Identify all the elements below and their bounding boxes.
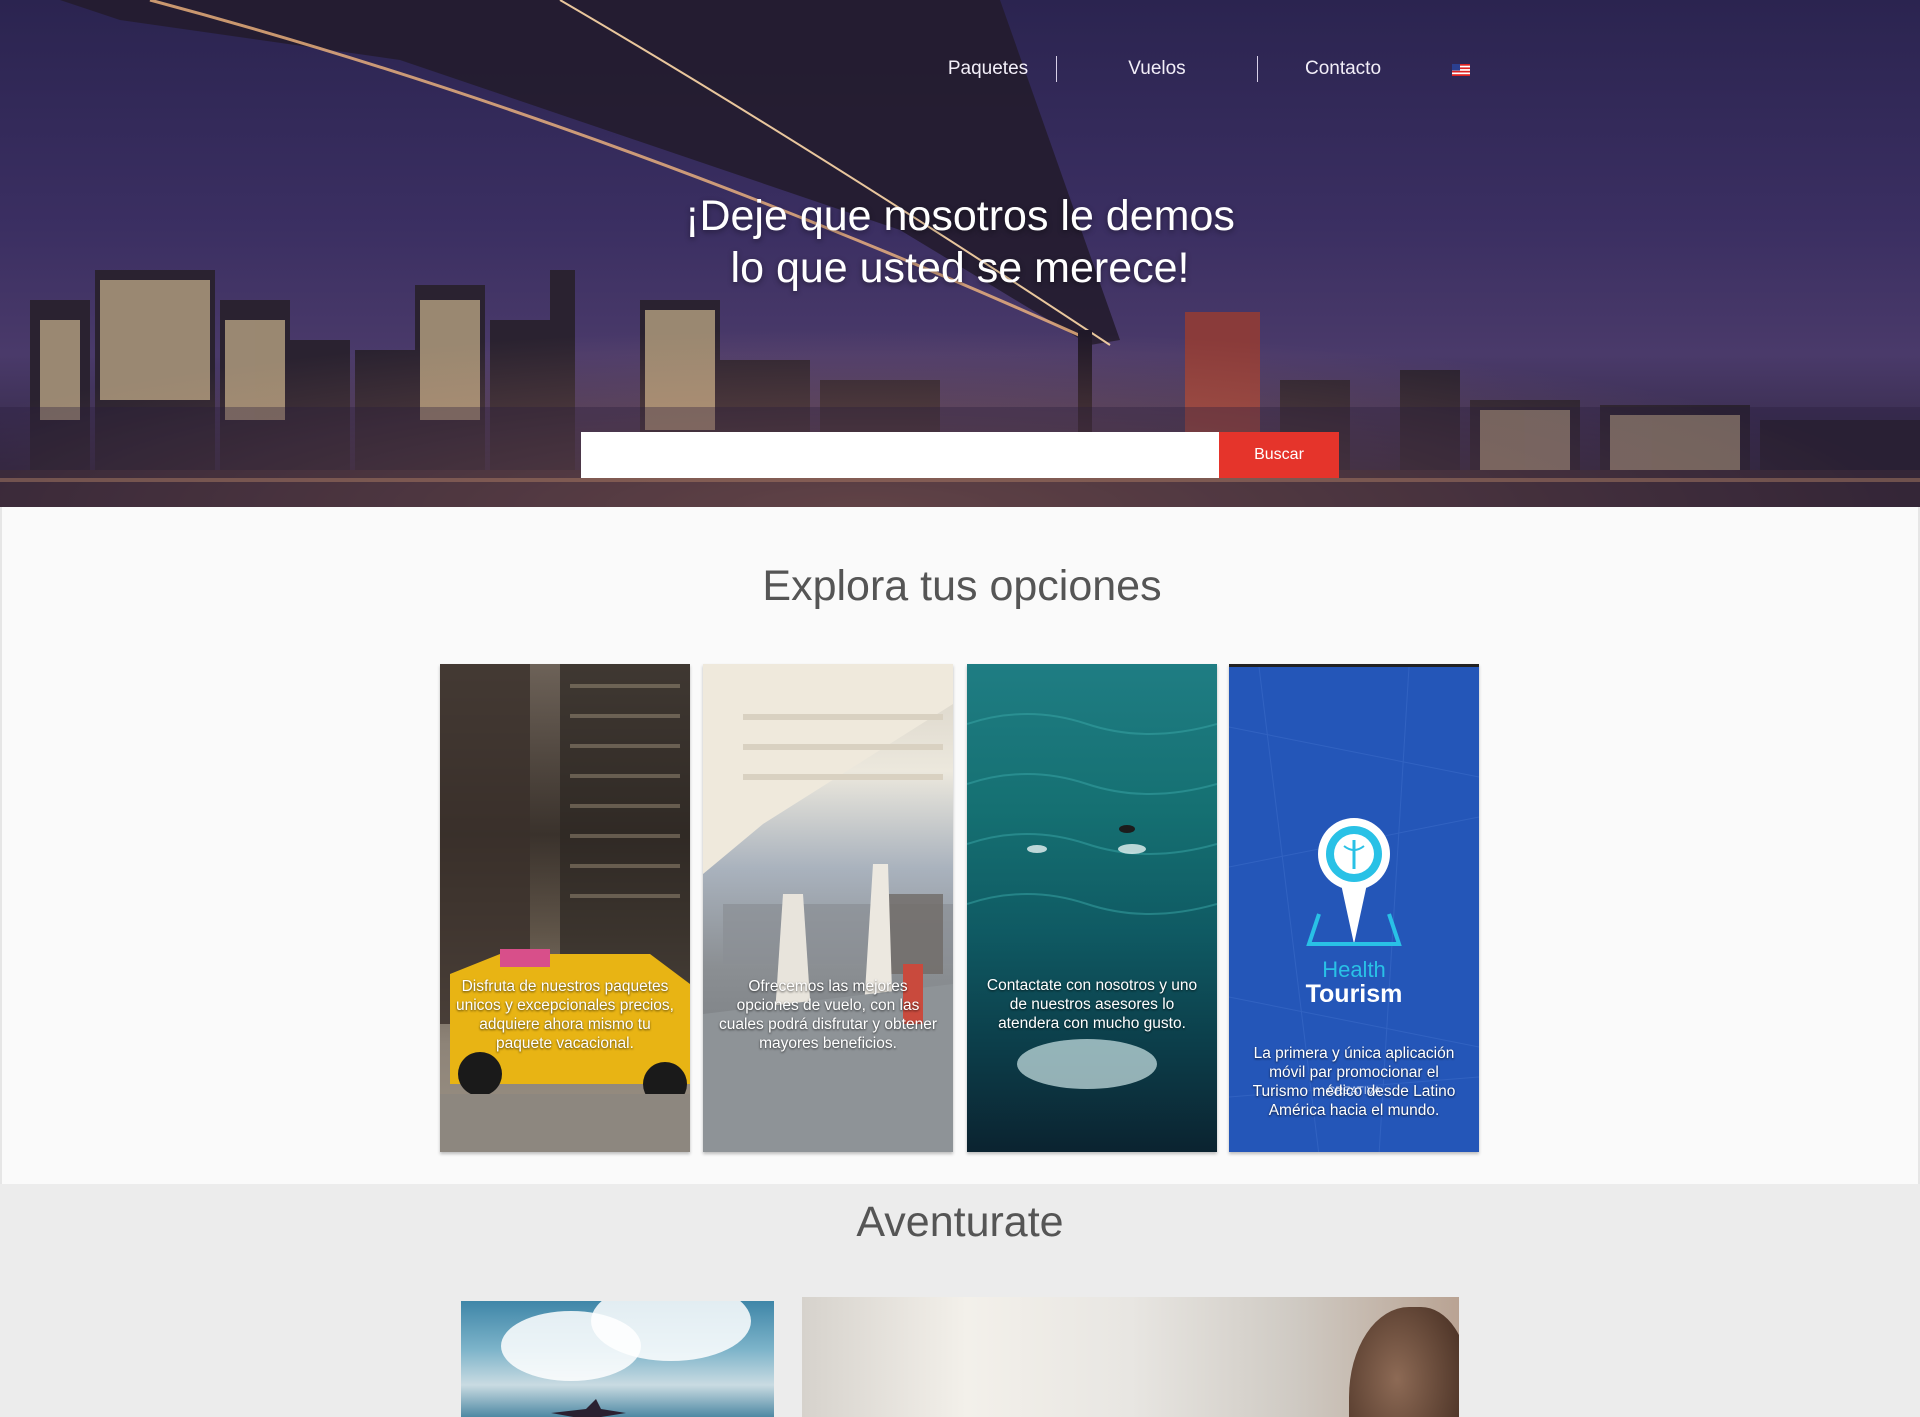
waterfront-image xyxy=(703,664,953,1152)
card-paquetes-text: Disfruta de nuestros paquetes unicos y e… xyxy=(456,978,674,1052)
tourism-logo-word: Tourism xyxy=(1305,980,1403,1008)
airplane-icon xyxy=(551,1399,626,1417)
search-input[interactable] xyxy=(581,432,1219,478)
card-vuelos[interactable]: Ofrecemos las mejores opciones de vuelo,… xyxy=(703,664,953,1152)
traveler-image[interactable] xyxy=(802,1297,1459,1417)
taxi-city-image xyxy=(440,664,690,1152)
card-health-text: La primera y única aplicación móvil par … xyxy=(1252,1045,1456,1119)
card-vuelos-text: Ofrecemos las mejores opciones de vuelo,… xyxy=(719,978,937,1052)
ocean-surf-image xyxy=(967,713,1217,1089)
explore-title: Explora tus opciones xyxy=(762,562,1162,610)
hero-headline-line1: ¡Deje que nosotros le demos xyxy=(685,192,1235,240)
card-contacto-text: Contactate con nosotros y uno de nuestro… xyxy=(986,977,1198,1032)
card-contacto[interactable]: Contactate con nosotros y uno de nuestro… xyxy=(967,664,1217,1152)
explore-section: Explora tus opciones Disfruta de nuestro… xyxy=(0,507,1920,1184)
creativa-watermark: CREATIVA xyxy=(1327,1085,1381,1097)
us-flag-icon[interactable] xyxy=(1452,63,1470,76)
card-health-tourism[interactable]: Health Tourism La primera y única aplica… xyxy=(1229,664,1479,1152)
search-button[interactable]: Buscar xyxy=(1219,432,1339,478)
adventure-title: Aventurate xyxy=(856,1198,1064,1246)
hero-banner: Paquetes Vuelos Contacto ¡Deje que nosot… xyxy=(0,0,1920,507)
airplane-sky-image[interactable] xyxy=(461,1301,774,1417)
search-bar: Buscar xyxy=(581,432,1339,478)
nav-item-vuelos[interactable]: Vuelos xyxy=(1057,58,1257,80)
main-nav: Paquetes Vuelos Contacto xyxy=(920,56,1470,82)
adventure-section: Aventurate xyxy=(0,1184,1920,1417)
hero-headline: ¡Deje que nosotros le demos lo que usted… xyxy=(0,190,1920,294)
nav-item-contacto[interactable]: Contacto xyxy=(1258,58,1428,80)
card-paquetes[interactable]: Disfruta de nuestros paquetes unicos y e… xyxy=(440,664,690,1152)
hero-headline-line2: lo que usted se merece! xyxy=(730,244,1190,292)
nav-item-paquetes[interactable]: Paquetes xyxy=(920,58,1056,80)
